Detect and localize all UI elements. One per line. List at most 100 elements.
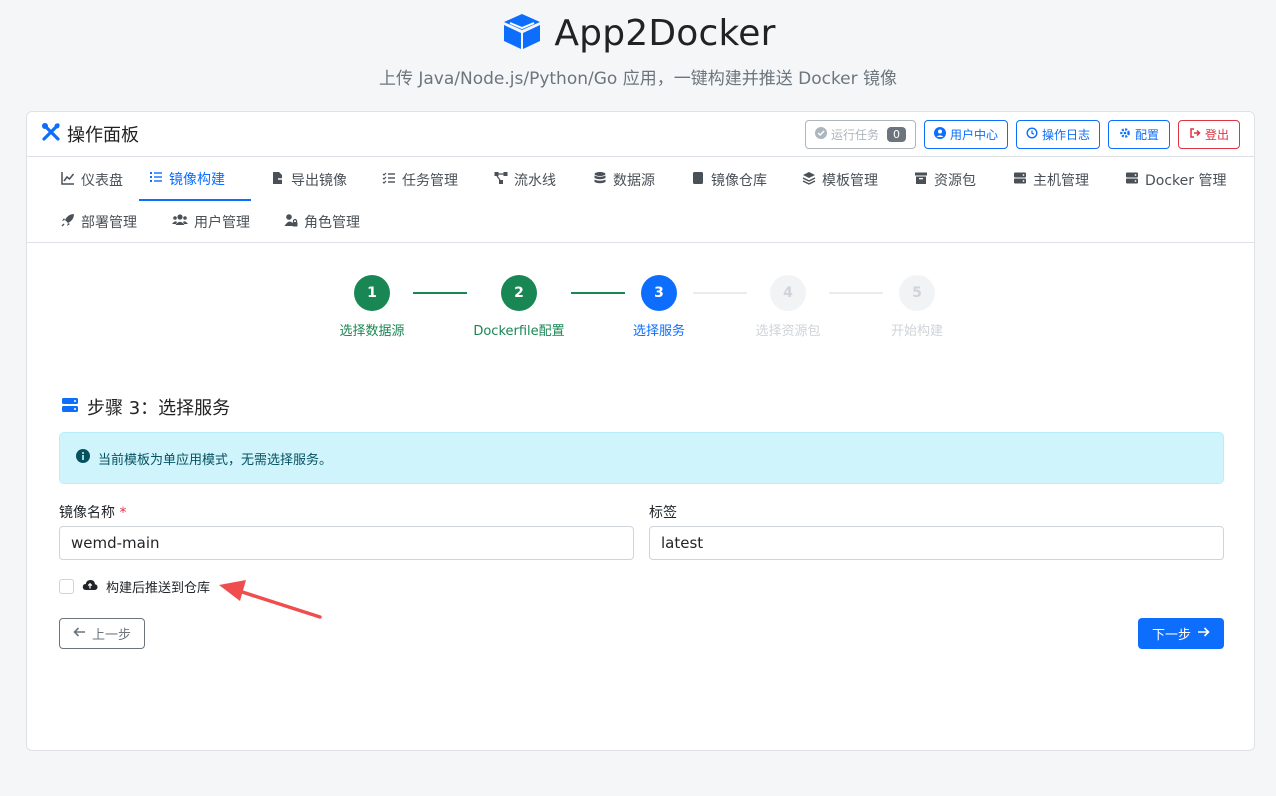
tab-docker-management[interactable]: Docker 管理 <box>1115 159 1236 201</box>
prev-step-button[interactable]: 上一步 <box>59 618 145 649</box>
user-circle-icon <box>933 126 946 142</box>
tab-template-management[interactable]: 模板管理 <box>792 159 888 201</box>
gear-icon <box>1119 127 1131 142</box>
layer-group-icon <box>802 171 816 189</box>
tools-icon <box>41 122 61 147</box>
logout-label: 登出 <box>1204 127 1229 142</box>
header-actions: 运行任务 0 用户中心 操作日志 配置 登出 <box>805 119 1240 149</box>
app-title: App2Docker <box>554 12 776 54</box>
image-name-label-text: 镜像名称 <box>59 505 115 521</box>
push-to-registry-checkbox[interactable] <box>59 579 74 594</box>
user-center-label: 用户中心 <box>949 127 998 142</box>
image-name-label: 镜像名称 * <box>59 502 126 522</box>
running-tasks-label: 运行任务 <box>830 127 879 142</box>
tab-label: 部署管理 <box>81 215 137 231</box>
next-step-button[interactable]: 下一步 <box>1138 618 1224 649</box>
tab-export-image[interactable]: 导出镜像 <box>261 159 357 201</box>
nav-tabs: 仪表盘 镜像构建 导出镜像 任务管理 流水线 数据源 镜像仓库 模板管理 资源包… <box>27 157 1254 243</box>
section-title-text: 步骤 3：选择服务 <box>87 398 231 419</box>
rocket-icon <box>61 213 75 231</box>
step-number: 1 <box>354 275 390 311</box>
tab-label: 镜像仓库 <box>711 173 767 189</box>
cloud-upload-icon <box>82 578 98 596</box>
step-3[interactable]: 3 选择服务 <box>599 275 719 339</box>
config-label: 配置 <box>1134 127 1159 142</box>
tab-label: 流水线 <box>514 173 556 189</box>
step-label: Dockerfile配置 <box>473 324 565 339</box>
tab-host-management[interactable]: 主机管理 <box>1003 159 1099 201</box>
tab-label: 角色管理 <box>304 215 360 231</box>
server-icon <box>61 396 79 419</box>
op-log-button[interactable]: 操作日志 <box>1016 119 1100 149</box>
build-stepper: 1 选择数据源 2 Dockerfile配置 3 选择服务 4 选择资源包 5 … <box>27 275 1256 345</box>
app-subtitle: 上传 Java/Node.js/Python/Go 应用，一键构建并推送 Doc… <box>378 69 898 89</box>
tab-label: 任务管理 <box>402 173 458 189</box>
archive-icon <box>691 171 705 189</box>
tab-dashboard[interactable]: 仪表盘 <box>51 159 133 201</box>
tasks-icon <box>382 171 396 189</box>
tab-label: 数据源 <box>613 173 655 189</box>
tab-image-build[interactable]: 镜像构建 <box>139 159 251 201</box>
check-circle-icon <box>814 126 827 142</box>
list-ol-icon <box>149 170 163 188</box>
info-circle-icon <box>76 449 90 467</box>
required-mark: * <box>119 505 127 521</box>
chart-line-icon <box>61 171 75 189</box>
tab-pipeline[interactable]: 流水线 <box>484 159 566 201</box>
panel-title: 操作面板 <box>41 121 139 147</box>
step-number: 2 <box>501 275 537 311</box>
user-center-button[interactable]: 用户中心 <box>924 119 1008 149</box>
section-title: 步骤 3：选择服务 <box>61 394 230 420</box>
box-archive-icon <box>914 171 928 189</box>
tab-resource-package[interactable]: 资源包 <box>904 159 986 201</box>
image-name-input[interactable] <box>59 526 634 560</box>
server-icon <box>1013 171 1027 189</box>
step-label: 选择资源包 <box>755 324 821 339</box>
tab-label: 资源包 <box>934 173 976 189</box>
logout-button[interactable]: 登出 <box>1178 119 1240 149</box>
users-icon <box>172 213 188 231</box>
panel-header: 操作面板 运行任务 0 用户中心 操作日志 配置 登出 <box>27 112 1254 157</box>
tab-label: 镜像构建 <box>169 172 225 188</box>
operation-panel: 操作面板 运行任务 0 用户中心 操作日志 配置 登出 仪表盘 镜像构建 导出镜… <box>26 111 1255 751</box>
user-lock-icon <box>284 213 298 231</box>
prev-step-label: 上一步 <box>91 628 131 643</box>
tab-label: Docker 管理 <box>1145 173 1227 189</box>
step-label: 开始构建 <box>890 324 943 339</box>
step-number: 4 <box>770 275 806 311</box>
docker-icon <box>1125 171 1139 189</box>
next-step-label: 下一步 <box>1151 628 1191 643</box>
op-log-label: 操作日志 <box>1041 127 1090 142</box>
step-label: 选择服务 <box>632 324 685 339</box>
info-alert: 当前模板为单应用模式，无需选择服务。 <box>59 432 1224 484</box>
project-diagram-icon <box>494 171 508 189</box>
step-number: 3 <box>641 275 677 311</box>
tab-task-management[interactable]: 任务管理 <box>372 159 468 201</box>
panel-title-text: 操作面板 <box>67 125 139 146</box>
tab-image-registry[interactable]: 镜像仓库 <box>681 159 777 201</box>
step-2[interactable]: 2 Dockerfile配置 <box>459 275 579 339</box>
tab-label: 主机管理 <box>1033 173 1089 189</box>
tag-label: 标签 <box>649 505 677 521</box>
file-export-icon <box>271 171 286 189</box>
tab-label: 仪表盘 <box>81 173 123 189</box>
running-tasks-button[interactable]: 运行任务 0 <box>805 119 916 149</box>
tab-label: 模板管理 <box>822 173 878 189</box>
tab-label: 导出镜像 <box>291 173 347 189</box>
arrow-left-icon <box>73 626 86 642</box>
app-header: App2Docker 上传 Java/Node.js/Python/Go 应用，… <box>0 10 1276 90</box>
push-to-registry-row[interactable]: 构建后推送到仓库 <box>59 577 210 596</box>
tab-datasource[interactable]: 数据源 <box>583 159 665 201</box>
step-label: 选择数据源 <box>339 324 405 339</box>
alert-text: 当前模板为单应用模式，无需选择服务。 <box>98 452 333 468</box>
config-button[interactable]: 配置 <box>1108 119 1170 149</box>
running-tasks-count: 0 <box>887 126 906 142</box>
tab-user-management[interactable]: 用户管理 <box>162 201 260 243</box>
step-5: 5 开始构建 <box>857 275 977 339</box>
tab-role-management[interactable]: 角色管理 <box>274 201 370 243</box>
box-icon <box>500 11 544 55</box>
tab-deploy-management[interactable]: 部署管理 <box>51 201 147 243</box>
step-1[interactable]: 1 选择数据源 <box>312 275 432 339</box>
tag-input[interactable] <box>649 526 1224 560</box>
sign-out-icon <box>1189 127 1201 142</box>
